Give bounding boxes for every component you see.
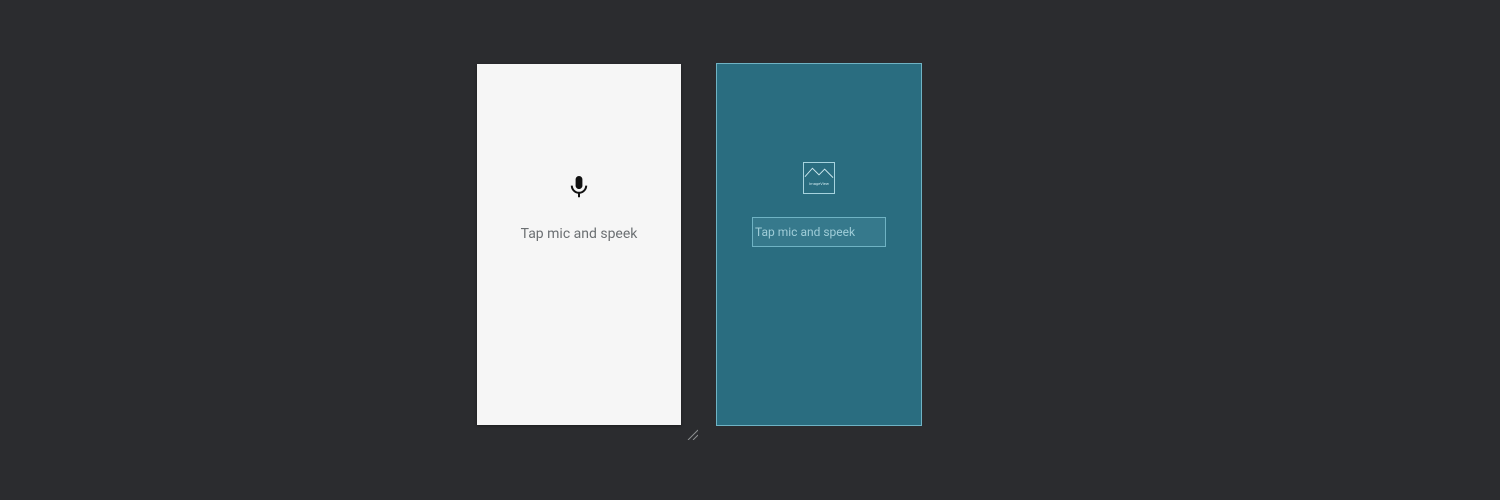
imageview-caption: ImageView [809, 182, 829, 186]
mic-button[interactable] [567, 176, 591, 200]
image-placeholder-icon [804, 163, 834, 181]
imageview-placeholder[interactable]: ImageView [803, 162, 835, 194]
preview-artboard: Tap mic and speek [477, 64, 681, 425]
resize-handle[interactable] [686, 428, 698, 440]
mic-icon [570, 176, 588, 200]
blueprint-artboard: ImageView Tap mic and speek [717, 64, 921, 425]
textview-value: Tap mic and speek [755, 225, 855, 239]
prompt-label: Tap mic and speek [477, 226, 681, 242]
textview-placeholder[interactable]: Tap mic and speek [752, 217, 886, 247]
